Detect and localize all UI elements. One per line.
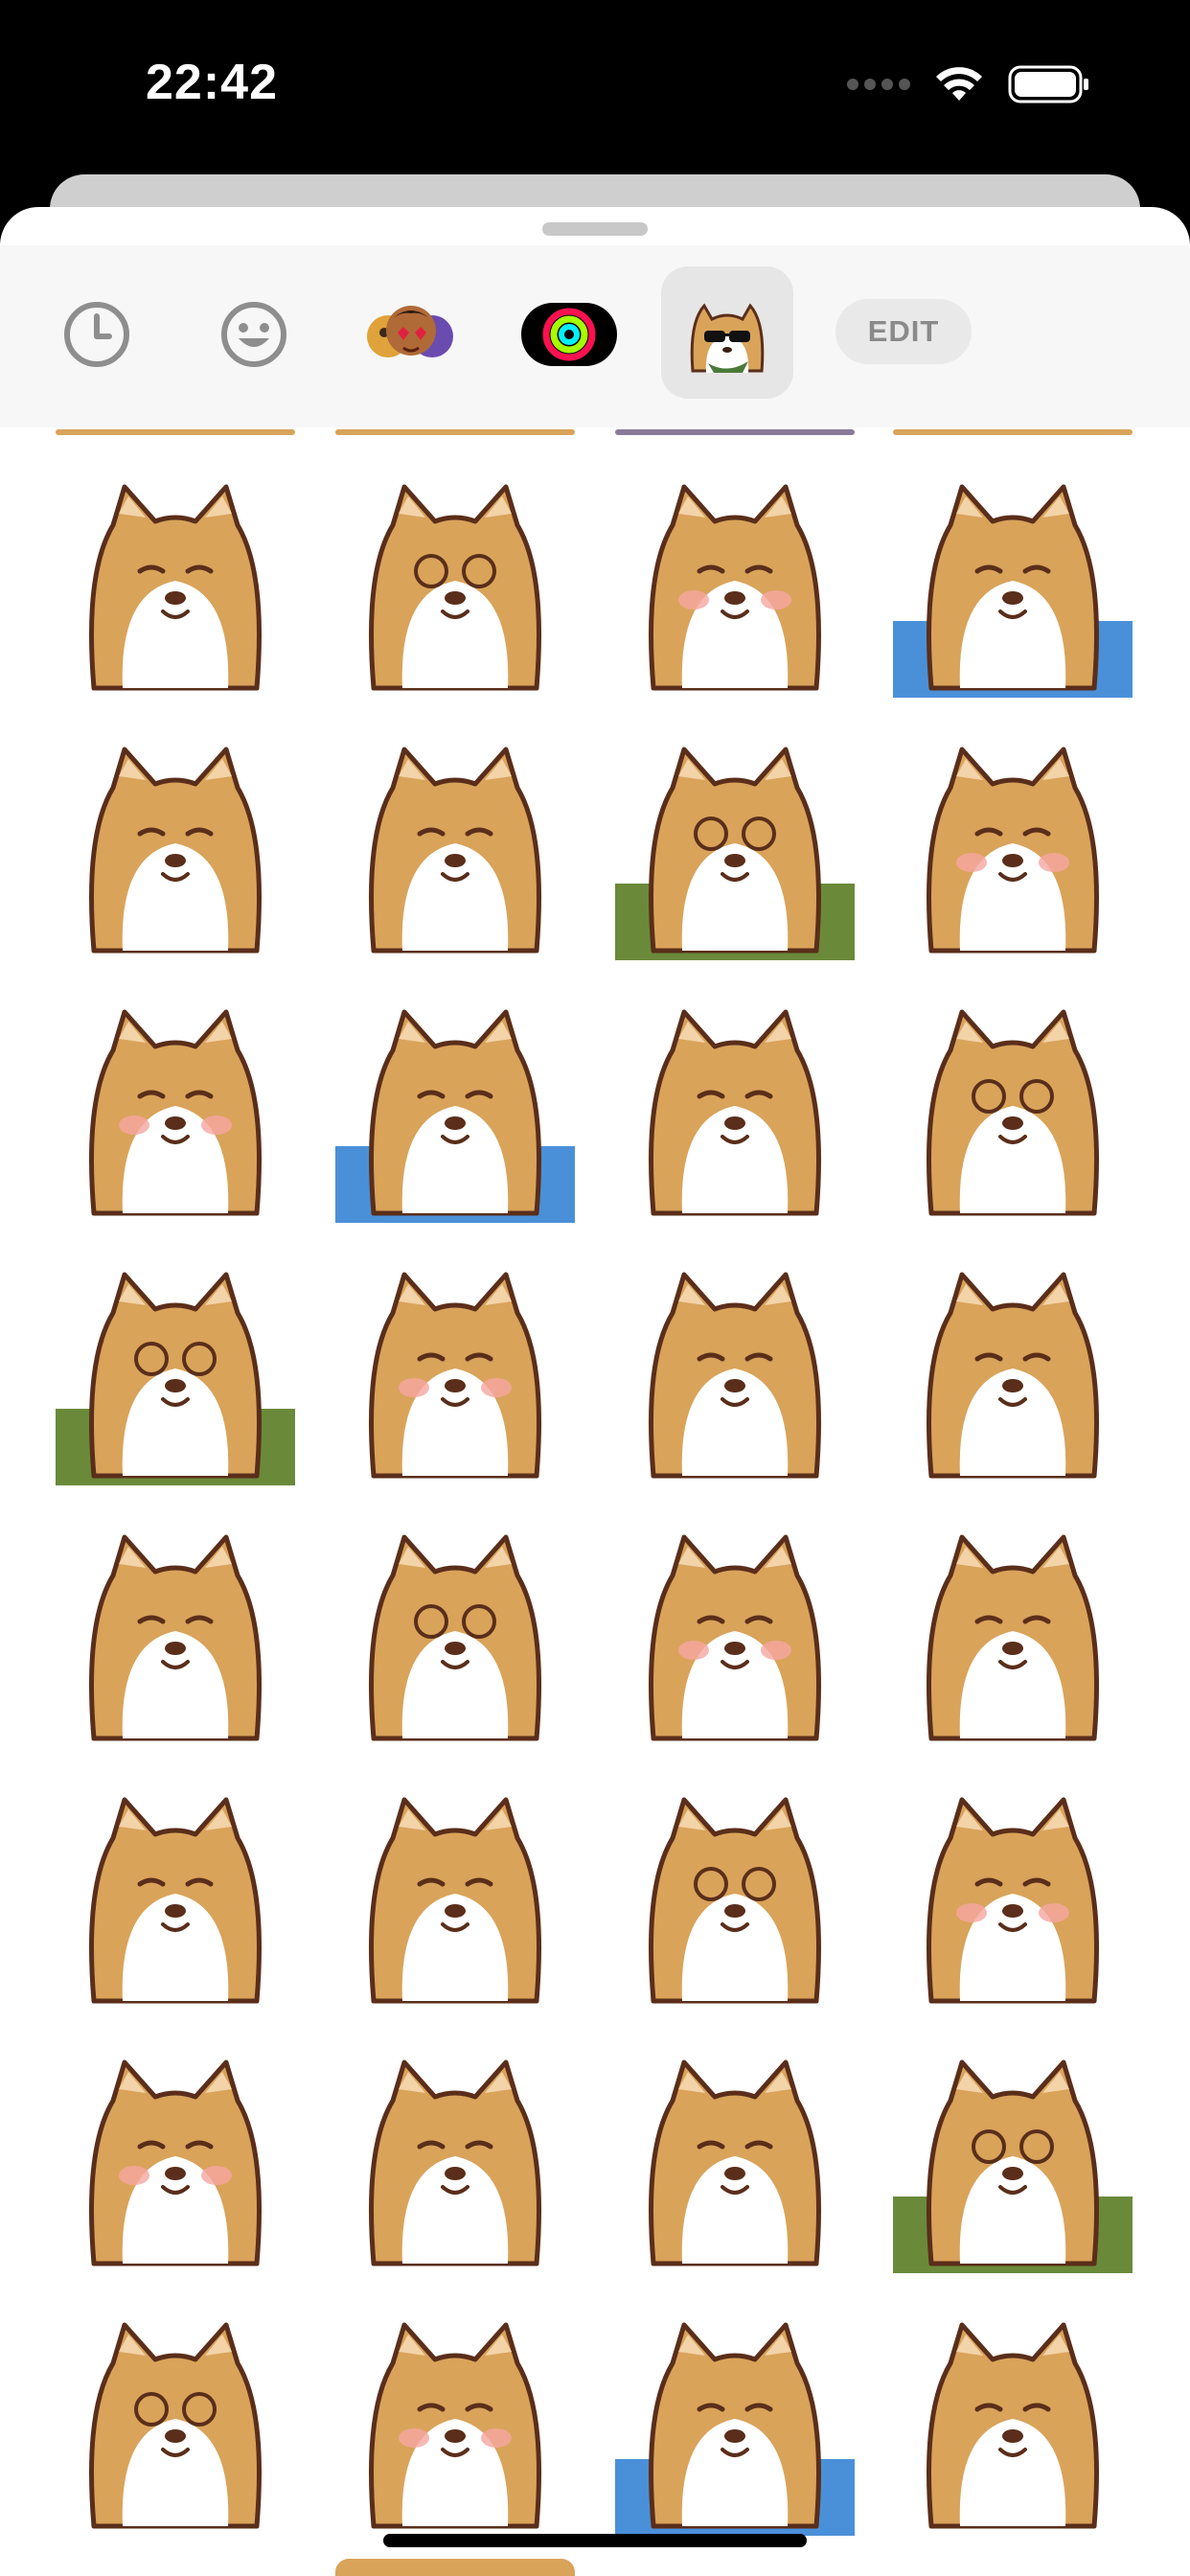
sticker-shiba-grumpy[interactable] — [335, 2296, 575, 2536]
sticker-shiba-dark-side[interactable] — [56, 2034, 295, 2273]
sticker-grid — [0, 207, 1190, 2576]
wifi-icon — [936, 67, 982, 101]
edit-button[interactable]: EDIT — [835, 299, 972, 364]
sticker-shiba-shadow-face[interactable] — [335, 983, 575, 1223]
sticker-shiba-sweat-drop[interactable] — [893, 1508, 1133, 1748]
shiba-sticker-icon — [690, 303, 765, 373]
app-drawer-toolbar: EDIT — [0, 245, 1190, 427]
sticker-shiba-behind-pole[interactable] — [893, 2034, 1133, 2273]
sticker-shiba-patted[interactable] — [893, 2296, 1133, 2536]
sticker-shiba-arms-up-open-mouth[interactable] — [615, 983, 855, 1223]
home-indicator[interactable] — [383, 2534, 807, 2547]
memoji-icon — [367, 306, 453, 357]
cellular-signal-icon — [847, 79, 910, 90]
sticker-shiba-computer[interactable] — [615, 1771, 855, 2011]
sticker-shiba-tied-up[interactable] — [56, 458, 295, 698]
battery-icon — [1008, 65, 1088, 104]
sticker-sheet: EDIT — [0, 207, 1190, 2576]
clock-icon — [64, 302, 129, 367]
sticker-shiba-bursting-through[interactable] — [615, 721, 855, 960]
sticker-shiba-white-back[interactable] — [893, 1771, 1133, 2011]
sticker-shiba-rope-dizzy[interactable] — [56, 983, 295, 1223]
sticker-shiba-pot[interactable] — [335, 1508, 575, 1748]
sticker-shiba-muscle[interactable] — [335, 1246, 575, 1485]
sticker-shiba-drool[interactable] — [335, 1771, 575, 2011]
sticker-shiba-glasses-desk[interactable] — [615, 1246, 855, 1485]
tab-activity[interactable] — [519, 293, 619, 376]
smiley-icon — [221, 302, 286, 367]
sticker-shiba-calm[interactable] — [56, 1508, 295, 1748]
sticker-shiba-flower-blush[interactable] — [893, 983, 1133, 1223]
tab-emoji[interactable] — [213, 293, 295, 376]
activity-rings-icon — [521, 303, 617, 366]
sticker-shiba-sunglasses[interactable] — [893, 721, 1133, 960]
sticker-shiba-sweating[interactable] — [56, 1246, 295, 1485]
tab-shiba-stickers[interactable] — [661, 266, 793, 399]
sticker-shiba-round-back[interactable] — [615, 1508, 855, 1748]
sticker-shiba-duck-on-head[interactable] — [615, 2034, 855, 2273]
sheet-grabber[interactable] — [542, 222, 648, 236]
sticker-shiba-pleading-heart[interactable] — [56, 2296, 295, 2536]
status-bar: 22:42 — [0, 0, 1190, 172]
tab-memoji[interactable] — [358, 289, 464, 380]
sticker-shiba-tea-time[interactable] — [335, 458, 575, 698]
sticker-shiba-bone[interactable] — [893, 1246, 1133, 1485]
sticker-shiba-sleeping-cushion[interactable] — [56, 721, 295, 960]
sticker-shiba-shocked[interactable] — [615, 2296, 855, 2536]
tab-recents[interactable] — [56, 293, 138, 376]
sticker-partial[interactable] — [335, 2559, 575, 2576]
sticker-shiba-eating-meat[interactable] — [893, 458, 1133, 698]
status-time: 22:42 — [146, 55, 278, 110]
sticker-shiba-buck-teeth[interactable] — [335, 721, 575, 960]
sticker-shiba-belly-up[interactable] — [335, 2034, 575, 2273]
status-icons — [847, 65, 1090, 104]
sticker-shiba-back-sparkle[interactable] — [615, 458, 855, 698]
sticker-shiba-eating-bowl[interactable] — [56, 1771, 295, 2011]
